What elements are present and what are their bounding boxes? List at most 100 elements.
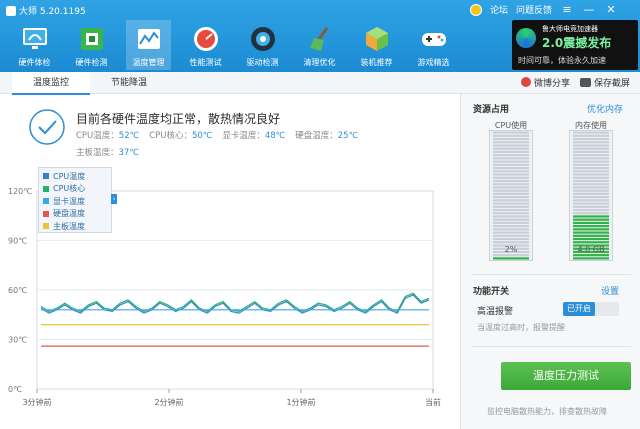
forum-link[interactable]: 论坛 bbox=[490, 3, 508, 16]
menu-icon[interactable]: ≡ bbox=[560, 3, 574, 16]
legend-item-disk-temp: 硬盘温度 bbox=[43, 208, 107, 221]
legend-label: 硬盘温度 bbox=[53, 209, 85, 219]
nav-item-driver[interactable]: 驱动检测 bbox=[240, 20, 285, 70]
alarm-toggle[interactable]: 已开启 bbox=[563, 302, 619, 316]
nav-item-temperature[interactable]: 温度管理 bbox=[126, 20, 171, 70]
gamepad-icon bbox=[421, 33, 446, 46]
optimize-memory-link[interactable]: 优化内存 bbox=[587, 102, 623, 115]
gauge-segment bbox=[493, 257, 529, 260]
feedback-link[interactable]: 问题反馈 bbox=[516, 3, 552, 16]
gauge-segment bbox=[573, 147, 609, 150]
x-tick-label: 2分钟前 bbox=[154, 397, 183, 407]
gear-chip-icon bbox=[250, 27, 275, 51]
gauge-segment bbox=[573, 231, 609, 234]
gauge-segment bbox=[573, 234, 609, 237]
coin-icon[interactable] bbox=[470, 3, 482, 16]
disk-temp-label: 硬盘温度： bbox=[295, 131, 338, 141]
gauge-segment bbox=[573, 225, 609, 228]
save-screenshot-button[interactable]: 保存截屏 bbox=[579, 76, 630, 89]
gauge-segment bbox=[573, 241, 609, 244]
promo-line2: 2.0震撼发布 bbox=[542, 36, 612, 50]
y-tick-label: 0℃ bbox=[8, 385, 22, 394]
gauge-segment bbox=[573, 144, 609, 147]
gauge-segment bbox=[573, 163, 609, 166]
weibo-icon bbox=[520, 77, 531, 87]
legend-label: 显卡温度 bbox=[53, 196, 85, 206]
nav-item-hardware-detect[interactable]: 硬件检测 bbox=[69, 20, 114, 70]
gauge-segment bbox=[493, 150, 529, 154]
nav-item-cleanup[interactable]: 清理优化 bbox=[297, 20, 342, 70]
divider bbox=[471, 274, 631, 275]
nav-item-hardware-checkup[interactable]: 硬件体检 bbox=[12, 20, 57, 70]
board-temp-label: 主板温度： bbox=[76, 148, 119, 158]
gauge-segment bbox=[493, 225, 529, 228]
gauge-segment bbox=[573, 170, 609, 173]
y-tick-label: 60℃ bbox=[8, 286, 27, 295]
camera-icon bbox=[579, 78, 591, 87]
gauge-segment bbox=[493, 212, 529, 215]
nav-label: 温度管理 bbox=[132, 58, 165, 67]
gauge-segment bbox=[573, 221, 609, 225]
gauge-segment bbox=[573, 176, 609, 179]
gauge-segment bbox=[493, 160, 529, 163]
legend-item-cpu-core: CPU核心 bbox=[43, 183, 107, 196]
legend-item-cpu-temp: CPU温度 bbox=[43, 170, 107, 183]
gauge-segment bbox=[493, 144, 529, 147]
circuit-board-icon bbox=[80, 28, 103, 50]
gauge-segment bbox=[493, 192, 529, 195]
tab-energy-saving[interactable]: 节能降温 bbox=[90, 72, 168, 94]
legend-swatch bbox=[43, 198, 49, 205]
cpu-gauge-bars bbox=[493, 131, 529, 260]
gpu-temp-label: 显卡温度： bbox=[222, 131, 265, 141]
alarm-label: 高温报警 bbox=[477, 307, 514, 317]
cpu-temp-label: CPU温度： bbox=[76, 131, 119, 141]
chart-legend[interactable]: CPU温度 CPU核心 显卡温度 硬盘温度 主板温度 › bbox=[38, 167, 117, 233]
nav-item-performance[interactable]: 性能测试 bbox=[183, 20, 228, 70]
app-logo-icon bbox=[6, 5, 16, 16]
alarm-toggle-state: 已开启 bbox=[563, 302, 595, 316]
stress-test-button[interactable]: 温度压力测试 bbox=[501, 362, 631, 390]
gauge-segment bbox=[493, 241, 529, 244]
gauge-segment bbox=[493, 228, 529, 231]
minimize-icon[interactable]: — bbox=[582, 3, 596, 16]
gauge-segment bbox=[573, 205, 609, 208]
alarm-note: 当温度过高时，报警提醒 bbox=[477, 323, 565, 332]
gauge-segment bbox=[573, 192, 609, 195]
gauge-segment bbox=[493, 137, 529, 141]
gauge-segment bbox=[573, 215, 609, 218]
temperature-chart-icon bbox=[137, 29, 160, 49]
speedometer-icon bbox=[193, 27, 218, 51]
gauge-segment bbox=[493, 237, 529, 241]
gauge-segment bbox=[573, 196, 609, 199]
gauge-segment bbox=[493, 154, 529, 157]
gauge-segment bbox=[493, 183, 529, 186]
gauge-segment bbox=[573, 212, 609, 215]
tab-temperature-monitor[interactable]: 温度监控 bbox=[12, 72, 90, 95]
tab-actions: 微博分享 保存截屏 bbox=[520, 76, 630, 89]
promo-banner[interactable]: 鲁大师电竞加速器 2.0震撼发布 时间可靠，体验永久加速 bbox=[512, 20, 638, 70]
nav-item-build-recommend[interactable]: 装机推荐 bbox=[354, 20, 399, 70]
nav-label: 游戏精选 bbox=[417, 58, 450, 67]
gauge-segment bbox=[493, 157, 529, 160]
settings-link[interactable]: 设置 bbox=[601, 284, 619, 297]
gauge-segment bbox=[493, 173, 529, 176]
switch-title: 功能开关 bbox=[473, 287, 510, 297]
main-nav: 硬件体检 硬件检测 温度管理 性能测试 驱动检测 清理优化 装机推荐 游戏精选 bbox=[12, 20, 468, 70]
cpu-usage-gauge bbox=[489, 130, 533, 261]
gauge-segment bbox=[573, 186, 609, 189]
memory-usage-gauge bbox=[569, 130, 613, 261]
weibo-share-button[interactable]: 微博分享 bbox=[520, 76, 570, 89]
gauge-segment bbox=[493, 179, 529, 183]
legend-item-board-temp: 主板温度 bbox=[43, 220, 107, 233]
y-tick-label: 120℃ bbox=[8, 187, 32, 196]
gauge-segment bbox=[493, 166, 529, 170]
close-icon[interactable]: ✕ bbox=[604, 3, 618, 16]
legend-label: CPU核心 bbox=[53, 184, 86, 194]
gauge-segment bbox=[493, 215, 529, 218]
gauge-segment bbox=[573, 141, 609, 144]
legend-collapse-icon[interactable]: › bbox=[111, 194, 117, 204]
gauge-segment bbox=[573, 131, 609, 134]
legend-label: 主板温度 bbox=[53, 221, 85, 231]
monitor-icon bbox=[22, 28, 47, 49]
nav-item-games[interactable]: 游戏精选 bbox=[411, 20, 456, 70]
